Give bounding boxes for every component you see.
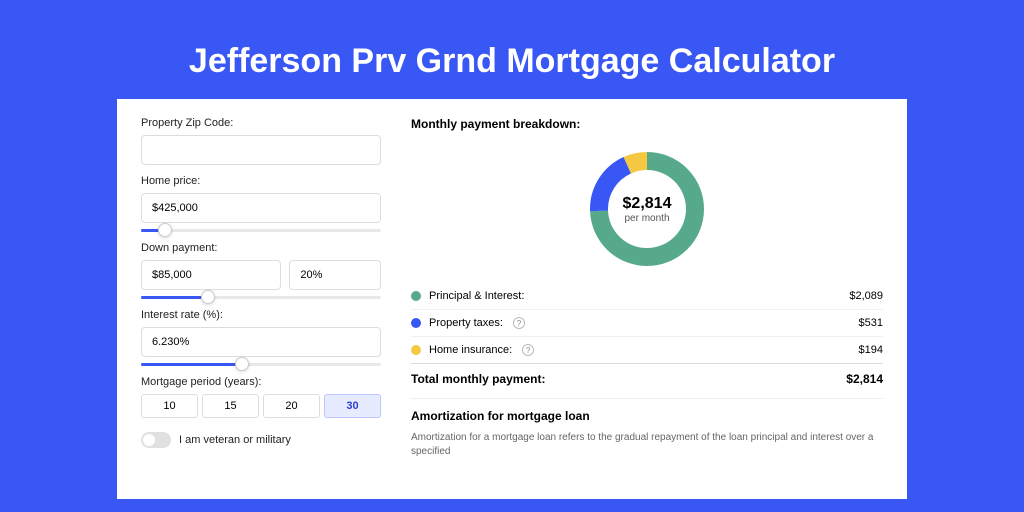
legend-row: Principal & Interest: $2,089 — [411, 283, 883, 309]
interest-slider[interactable] — [141, 363, 381, 366]
period-button-10[interactable]: 10 — [141, 394, 198, 418]
donut-sub: per month — [624, 213, 669, 224]
home-price-slider[interactable] — [141, 229, 381, 232]
legend-label: Property taxes: — [429, 317, 503, 329]
legend-dot — [411, 318, 421, 328]
total-value: $2,814 — [846, 372, 883, 386]
legend: Principal & Interest: $2,089 Property taxe… — [411, 283, 883, 363]
amort-text: Amortization for a mortgage loan refers … — [411, 431, 883, 459]
veteran-label: I am veteran or military — [179, 434, 291, 446]
slider-fill — [141, 363, 242, 366]
down-payment-label: Down payment: — [141, 242, 381, 254]
slider-fill — [141, 296, 208, 299]
down-payment-input[interactable] — [141, 260, 281, 290]
form-column: Property Zip Code: Home price: Down paym… — [141, 117, 381, 499]
legend-label: Home insurance: — [429, 344, 512, 356]
legend-dot — [411, 291, 421, 301]
total-label: Total monthly payment: — [411, 372, 545, 386]
period-button-15[interactable]: 15 — [202, 394, 259, 418]
help-icon[interactable]: ? — [513, 317, 525, 329]
slider-thumb[interactable] — [201, 290, 215, 304]
legend-value: $194 — [859, 344, 883, 356]
page-title: Jefferson Prv Grnd Mortgage Calculator — [0, 0, 1024, 99]
amort-title: Amortization for mortgage loan — [411, 409, 883, 423]
zip-input[interactable] — [141, 135, 381, 165]
legend-label: Principal & Interest: — [429, 290, 524, 302]
legend-value: $2,089 — [849, 290, 883, 302]
home-price-input[interactable] — [141, 193, 381, 223]
period-button-30[interactable]: 30 — [324, 394, 381, 418]
calculator-panel: Property Zip Code: Home price: Down paym… — [117, 99, 907, 499]
breakdown-title: Monthly payment breakdown: — [411, 117, 883, 131]
interest-input[interactable] — [141, 327, 381, 357]
legend-row: Home insurance:? $194 — [411, 336, 883, 363]
legend-dot — [411, 345, 421, 355]
home-price-label: Home price: — [141, 175, 381, 187]
slider-thumb[interactable] — [235, 357, 249, 371]
donut-chart: $2,814 per month — [587, 149, 707, 269]
interest-label: Interest rate (%): — [141, 309, 381, 321]
legend-row: Property taxes:? $531 — [411, 309, 883, 336]
donut-amount: $2,814 — [623, 195, 672, 213]
veteran-toggle[interactable] — [141, 432, 171, 448]
help-icon[interactable]: ? — [522, 344, 534, 356]
slider-thumb[interactable] — [158, 223, 172, 237]
period-label: Mortgage period (years): — [141, 376, 381, 388]
down-payment-pct-input[interactable] — [289, 260, 381, 290]
legend-value: $531 — [859, 317, 883, 329]
zip-label: Property Zip Code: — [141, 117, 381, 129]
period-selector: 10152030 — [141, 394, 381, 418]
down-payment-slider[interactable] — [141, 296, 381, 299]
period-button-20[interactable]: 20 — [263, 394, 320, 418]
breakdown-column: Monthly payment breakdown: $2,814 per mo… — [411, 117, 883, 499]
